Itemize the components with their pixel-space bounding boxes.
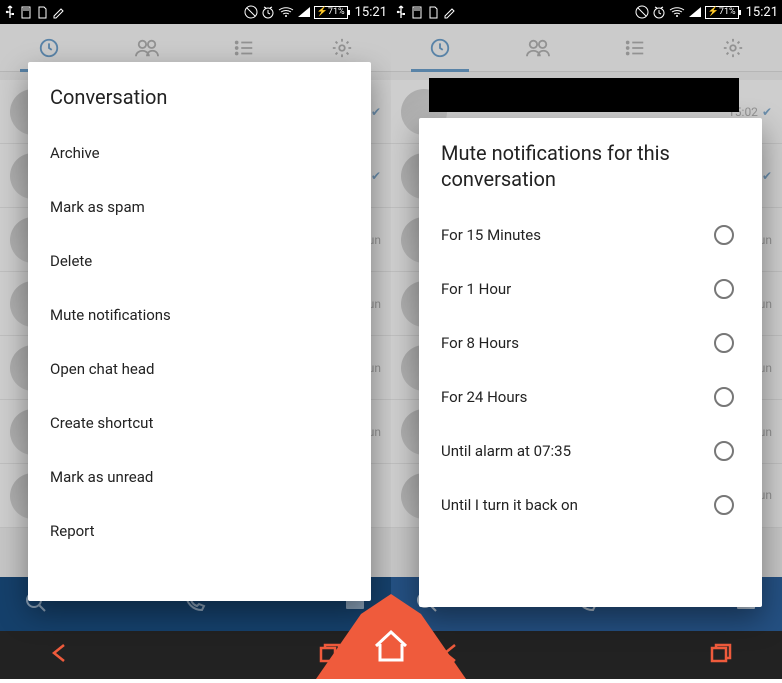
alarm-icon [261, 5, 275, 19]
menu-item[interactable]: Open chat head [50, 342, 349, 396]
mute-option[interactable]: Until I turn it back on [441, 478, 740, 532]
battery-icon: ⚡71% [314, 6, 348, 19]
mute-option[interactable]: For 15 Minutes [441, 208, 740, 262]
system-nav-bar [391, 631, 782, 679]
back-icon[interactable] [50, 641, 70, 669]
battery-icon: ⚡71% [705, 6, 739, 19]
mute-option[interactable]: For 8 Hours [441, 316, 740, 370]
radio-icon[interactable] [714, 387, 734, 407]
menu-item[interactable]: Report [50, 504, 349, 558]
recents-icon[interactable] [710, 643, 732, 667]
back-icon[interactable] [441, 641, 461, 669]
menu-item[interactable]: Create shortcut [50, 396, 349, 450]
sd-icon [427, 5, 439, 19]
status-bar: ⚡71% 15:21 [391, 0, 782, 24]
conversation-menu: Conversation ArchiveMark as spamDeleteMu… [28, 62, 371, 601]
no-disturb-icon [244, 5, 258, 19]
dialog-title: Conversation [50, 84, 349, 110]
menu-item[interactable]: Mute notifications [50, 288, 349, 342]
radio-icon[interactable] [714, 495, 734, 515]
option-label: For 1 Hour [441, 280, 511, 298]
menu-item[interactable]: Delete [50, 234, 349, 288]
wifi-icon [278, 6, 294, 18]
screen-right: ⚡71% 15:21 15:02✔04✔JunJunJunJunMark Dav… [391, 0, 782, 679]
dialog-title: Mute notifications for this conversation [441, 140, 740, 192]
card-icon [411, 5, 423, 19]
mute-option[interactable]: For 24 Hours [441, 370, 740, 424]
sd-icon [36, 5, 48, 19]
mute-option[interactable]: Until alarm at 07:35 [441, 424, 740, 478]
menu-item[interactable]: Mark as unread [50, 450, 349, 504]
menu-item[interactable]: Mark as spam [50, 180, 349, 234]
radio-icon[interactable] [714, 225, 734, 245]
radio-icon[interactable] [714, 441, 734, 461]
radio-icon[interactable] [714, 279, 734, 299]
clock-text: 15:21 [355, 5, 387, 20]
edit-icon [443, 5, 455, 19]
option-label: For 15 Minutes [441, 226, 541, 244]
wifi-icon [669, 6, 685, 18]
usb-icon [4, 5, 16, 19]
signal-icon [297, 6, 311, 18]
status-bar: ⚡71% 15:21 [0, 0, 391, 24]
clock-text: 15:21 [746, 5, 778, 20]
system-nav-bar [0, 631, 391, 679]
radio-icon[interactable] [714, 333, 734, 353]
option-label: For 8 Hours [441, 334, 519, 352]
recents-icon[interactable] [319, 643, 341, 667]
redacted-name [429, 78, 739, 112]
edit-icon [52, 5, 64, 19]
signal-icon [688, 6, 702, 18]
screen-left: ⚡71% 15:21 15:02✔04✔JunJunJunJunMark Dav… [0, 0, 391, 679]
mute-dialog: Mute notifications for this conversation… [419, 118, 762, 607]
card-icon [20, 5, 32, 19]
no-disturb-icon [635, 5, 649, 19]
option-label: Until I turn it back on [441, 496, 578, 514]
alarm-icon [652, 5, 666, 19]
menu-item[interactable]: Archive [50, 126, 349, 180]
option-label: For 24 Hours [441, 388, 527, 406]
mute-option[interactable]: For 1 Hour [441, 262, 740, 316]
option-label: Until alarm at 07:35 [441, 442, 571, 460]
usb-icon [395, 5, 407, 19]
